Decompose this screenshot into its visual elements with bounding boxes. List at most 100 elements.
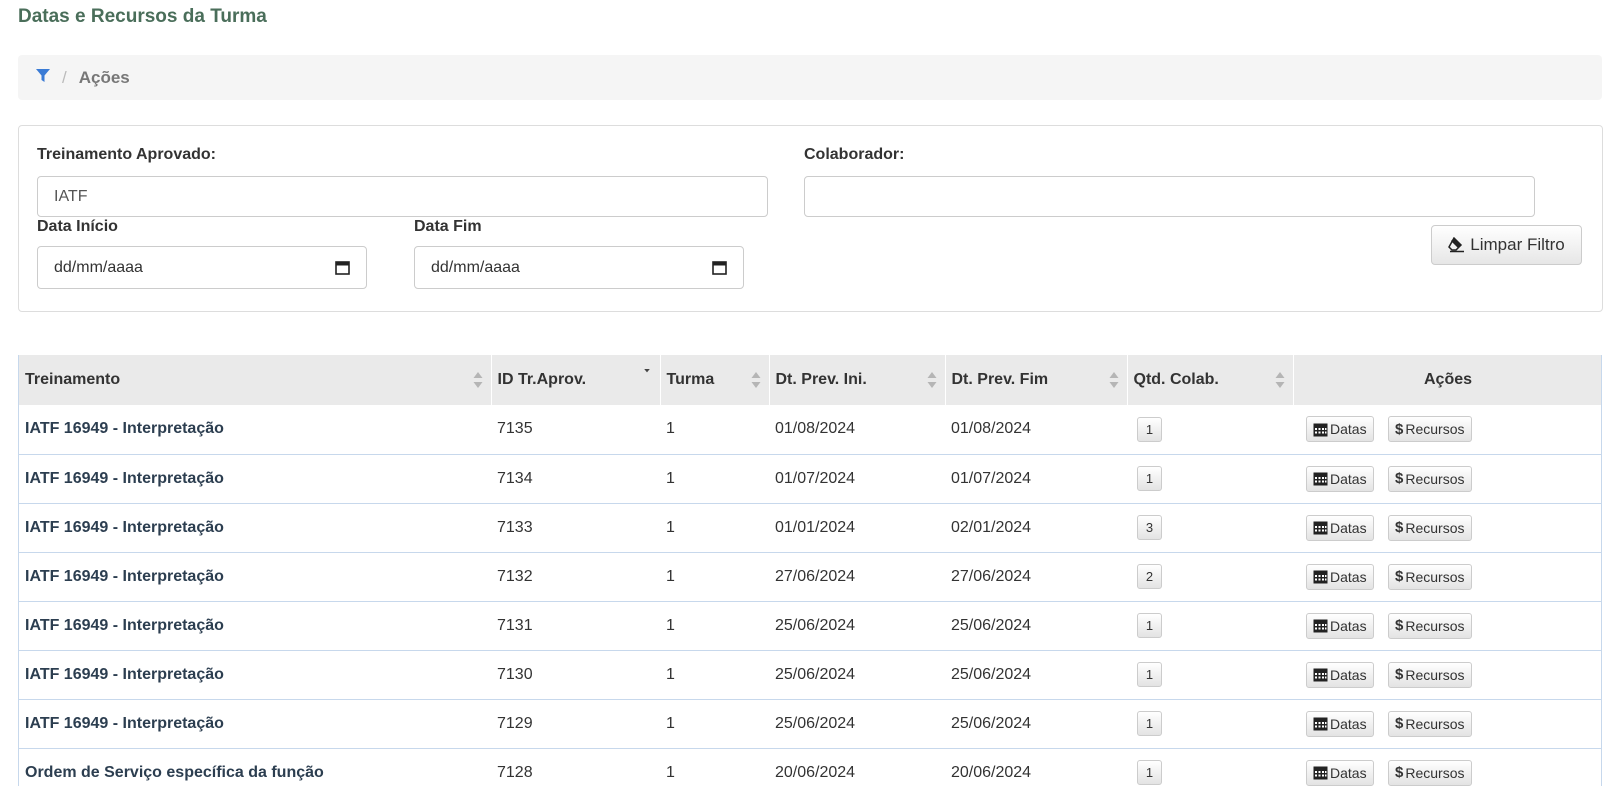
table-row: IATF 16949 - Interpretação 7131 1 25/06/… [19,601,1601,651]
data-inicio-placeholder: dd/mm/aaaa [54,258,143,276]
qtd-colab-badge[interactable]: 1 [1137,613,1162,638]
sort-icon[interactable] [751,371,761,389]
qtd-colab-badge[interactable]: 1 [1137,466,1162,491]
datas-button[interactable]: Datas [1306,465,1374,492]
filter-icon[interactable] [36,68,50,88]
sort-icon[interactable] [1275,371,1285,389]
recursos-label: Recursos [1405,764,1465,781]
column-header-turma[interactable]: Turma [660,355,770,405]
colaborador-label: Colaborador: [804,146,905,163]
cell-dt-prev-fim: 02/01/2024 [945,503,1127,553]
qtd-colab-badge[interactable]: 1 [1137,711,1162,736]
calendar-icon [1313,521,1328,535]
datas-button[interactable]: Datas [1306,759,1374,786]
cell-treinamento: Ordem de Serviço específica da função [19,748,491,786]
calendar-icon [1313,717,1328,731]
qtd-colab-badge[interactable]: 2 [1137,564,1162,589]
calendar-icon [1313,766,1328,780]
recursos-label: Recursos [1405,519,1465,536]
breadcrumb: / Ações [18,55,1602,100]
cell-dt-prev-fim: 01/07/2024 [945,454,1127,504]
datas-label: Datas [1330,715,1367,732]
dollar-icon: $ [1395,617,1404,634]
treinamento-label: Treinamento Aprovado: [37,146,216,163]
recursos-button[interactable]: $ Recursos [1388,514,1472,541]
recursos-label: Recursos [1405,715,1465,732]
cell-id: 7133 [491,503,660,553]
cell-treinamento: IATF 16949 - Interpretação [19,699,491,749]
column-header-dt-prev-ini[interactable]: Dt. Prev. Ini. [769,355,946,405]
column-header-id[interactable]: ID Tr.Aprov. [491,355,661,405]
qtd-colab-badge[interactable]: 1 [1137,416,1162,442]
recursos-button[interactable]: $ Recursos [1388,563,1472,590]
qtd-colab-badge[interactable]: 3 [1137,515,1162,540]
recursos-button[interactable]: $ Recursos [1388,710,1472,737]
clear-filter-button[interactable]: Limpar Filtro [1431,225,1582,265]
cell-id: 7128 [491,748,660,786]
datas-button[interactable]: Datas [1306,514,1374,541]
column-header-qtd-colab[interactable]: Qtd. Colab. [1127,355,1294,405]
datas-button[interactable]: Datas [1306,661,1374,688]
colaborador-input[interactable] [804,176,1535,217]
cell-id: 7130 [491,650,660,700]
cell-dt-prev-fim: 20/06/2024 [945,748,1127,786]
datas-button[interactable]: Datas [1306,563,1374,590]
recursos-label: Recursos [1405,470,1465,487]
cell-acoes: Datas $ Recursos [1293,650,1601,700]
table-row: IATF 16949 - Interpretação 7134 1 01/07/… [19,454,1601,504]
datas-label: Datas [1330,617,1367,634]
recursos-label: Recursos [1405,666,1465,683]
recursos-label: Recursos [1405,617,1465,634]
cell-turma: 1 [660,503,769,553]
cell-dt-prev-fim: 27/06/2024 [945,552,1127,602]
calendar-icon[interactable] [712,260,727,275]
qtd-colab-badge[interactable]: 1 [1137,760,1162,785]
column-header-dt-prev-fim[interactable]: Dt. Prev. Fim [945,355,1128,405]
cell-acoes: Datas $ Recursos [1293,601,1601,651]
recursos-button[interactable]: $ Recursos [1388,759,1472,786]
cell-id: 7131 [491,601,660,651]
datas-button[interactable]: Datas [1306,416,1374,443]
recursos-button[interactable]: $ Recursos [1388,661,1472,688]
treinamento-input[interactable] [37,176,768,217]
datas-label: Datas [1330,421,1367,438]
sort-icon[interactable] [1109,371,1119,389]
cell-id: 7132 [491,552,660,602]
sort-desc-icon[interactable] [642,369,652,379]
dollar-icon: $ [1395,666,1404,683]
cell-turma: 1 [660,650,769,700]
sort-icon[interactable] [927,371,937,389]
data-inicio-label: Data Início [37,218,118,235]
cell-id: 7134 [491,454,660,504]
datas-button[interactable]: Datas [1306,612,1374,639]
calendar-icon[interactable] [335,260,350,275]
cell-qtd-colab: 1 [1127,699,1293,749]
cell-acoes: Datas $ Recursos [1293,454,1601,504]
cell-dt-prev-fim: 25/06/2024 [945,601,1127,651]
cell-treinamento: IATF 16949 - Interpretação [19,552,491,602]
cell-acoes: Datas $ Recursos [1293,503,1601,553]
table-row: IATF 16949 - Interpretação 7135 1 01/08/… [19,405,1601,455]
cell-turma: 1 [660,748,769,786]
recursos-button[interactable]: $ Recursos [1388,465,1472,492]
recursos-button[interactable]: $ Recursos [1388,612,1472,639]
datas-label: Datas [1330,470,1367,487]
qtd-colab-badge[interactable]: 1 [1137,662,1162,687]
recursos-label: Recursos [1405,421,1465,438]
cell-id: 7129 [491,699,660,749]
cell-dt-prev-ini: 25/06/2024 [769,601,945,651]
cell-acoes: Datas $ Recursos [1293,699,1601,749]
cell-dt-prev-ini: 01/08/2024 [769,405,945,455]
cell-dt-prev-fim: 01/08/2024 [945,405,1127,455]
calendar-icon [1313,423,1328,437]
cell-dt-prev-ini: 27/06/2024 [769,552,945,602]
dollar-icon: $ [1395,420,1404,438]
calendar-icon [1313,472,1328,486]
data-fim-input[interactable]: dd/mm/aaaa [414,246,744,289]
recursos-button[interactable]: $ Recursos [1388,416,1472,443]
cell-treinamento: IATF 16949 - Interpretação [19,650,491,700]
sort-icon[interactable] [473,371,483,389]
column-header-treinamento[interactable]: Treinamento [19,355,492,405]
data-inicio-input[interactable]: dd/mm/aaaa [37,246,367,289]
datas-button[interactable]: Datas [1306,710,1374,737]
